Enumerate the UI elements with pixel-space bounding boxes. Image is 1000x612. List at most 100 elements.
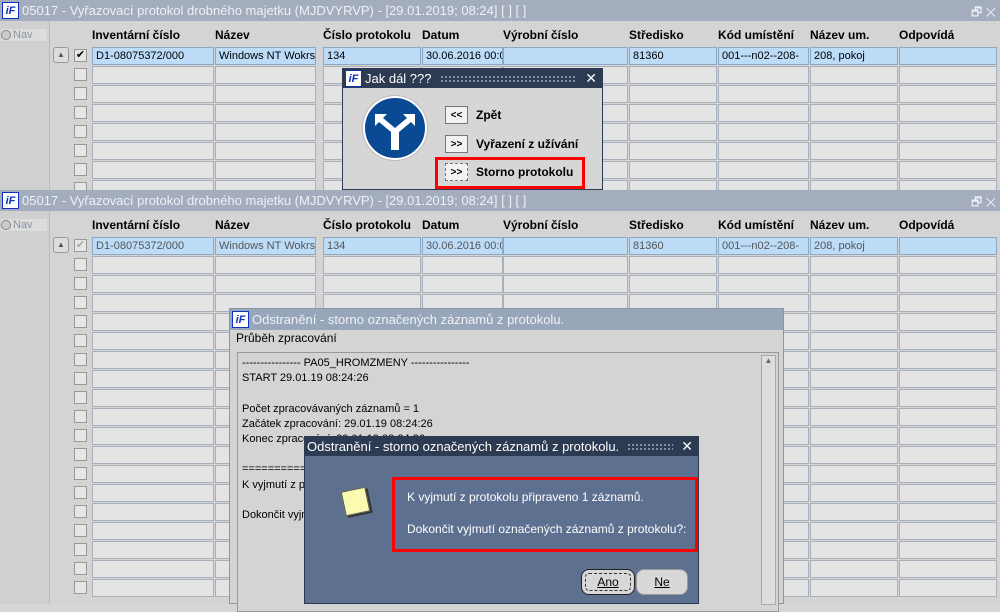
back-button[interactable]: << bbox=[445, 106, 468, 124]
column-header[interactable]: Datum bbox=[422, 28, 459, 42]
table-cell[interactable]: Windows NT Wokrs bbox=[215, 237, 316, 255]
table-cell[interactable] bbox=[92, 427, 214, 445]
row-checkbox[interactable] bbox=[74, 505, 87, 518]
table-cell[interactable] bbox=[899, 161, 997, 179]
row-checkbox[interactable]: ✔ bbox=[74, 239, 87, 252]
column-header[interactable]: Kód umístění bbox=[718, 218, 794, 232]
table-cell[interactable] bbox=[899, 294, 997, 312]
column-header[interactable]: Inventární číslo bbox=[92, 218, 180, 232]
table-cell[interactable]: 208, pokoj bbox=[810, 237, 898, 255]
table-cell[interactable]: 81360 bbox=[629, 237, 717, 255]
row-checkbox[interactable] bbox=[74, 87, 87, 100]
table-cell[interactable] bbox=[899, 503, 997, 521]
table-cell[interactable] bbox=[899, 313, 997, 331]
table-cell[interactable] bbox=[215, 104, 316, 122]
table-cell[interactable] bbox=[899, 237, 997, 255]
table-cell[interactable] bbox=[323, 256, 421, 274]
table-cell[interactable] bbox=[899, 47, 997, 65]
row-checkbox[interactable] bbox=[74, 562, 87, 575]
table-cell[interactable] bbox=[92, 541, 214, 559]
table-cell[interactable] bbox=[92, 408, 214, 426]
table-cell[interactable] bbox=[422, 256, 503, 274]
storno-button[interactable]: >> bbox=[445, 163, 468, 181]
table-cell[interactable] bbox=[810, 465, 898, 483]
row-checkbox[interactable] bbox=[74, 581, 87, 594]
row-checkbox[interactable] bbox=[74, 372, 87, 385]
no-button[interactable]: Ne bbox=[636, 569, 688, 595]
table-cell[interactable] bbox=[215, 66, 316, 84]
table-cell[interactable] bbox=[899, 408, 997, 426]
close-icon[interactable]: ✕ bbox=[585, 70, 597, 87]
table-cell[interactable] bbox=[629, 66, 717, 84]
table-cell[interactable] bbox=[810, 332, 898, 350]
table-cell[interactable] bbox=[92, 104, 214, 122]
table-cell[interactable] bbox=[92, 142, 214, 160]
table-cell[interactable] bbox=[629, 142, 717, 160]
table-cell[interactable] bbox=[92, 446, 214, 464]
table-cell[interactable] bbox=[215, 180, 316, 190]
table-cell[interactable] bbox=[215, 85, 316, 103]
row-checkbox[interactable] bbox=[74, 68, 87, 81]
column-header[interactable]: Název um. bbox=[810, 28, 869, 42]
table-cell[interactable] bbox=[810, 104, 898, 122]
table-cell[interactable] bbox=[92, 370, 214, 388]
table-cell[interactable] bbox=[899, 180, 997, 190]
row-checkbox[interactable] bbox=[74, 334, 87, 347]
table-cell[interactable] bbox=[718, 161, 809, 179]
table-cell[interactable]: 30.06.2016 00:0 bbox=[422, 47, 503, 65]
table-cell[interactable] bbox=[92, 256, 214, 274]
table-cell[interactable] bbox=[215, 123, 316, 141]
table-cell[interactable] bbox=[92, 123, 214, 141]
scroll-up-icon[interactable]: ▲ bbox=[762, 356, 775, 365]
table-cell[interactable] bbox=[899, 541, 997, 559]
row-checkbox[interactable] bbox=[74, 429, 87, 442]
table-cell[interactable] bbox=[810, 142, 898, 160]
table-cell[interactable] bbox=[629, 180, 717, 190]
yes-button[interactable]: Ano bbox=[581, 569, 635, 595]
table-cell[interactable] bbox=[629, 275, 717, 293]
table-cell[interactable]: 208, pokoj bbox=[810, 47, 898, 65]
table-cell[interactable] bbox=[92, 465, 214, 483]
table-cell[interactable]: 81360 bbox=[629, 47, 717, 65]
table-cell[interactable] bbox=[810, 85, 898, 103]
table-cell[interactable] bbox=[810, 484, 898, 502]
scroll-up-button[interactable]: ▲ bbox=[53, 237, 69, 253]
row-checkbox[interactable] bbox=[74, 467, 87, 480]
table-cell[interactable] bbox=[899, 465, 997, 483]
row-checkbox[interactable] bbox=[74, 182, 87, 190]
table-cell[interactable] bbox=[92, 161, 214, 179]
column-header[interactable]: Kód umístění bbox=[718, 28, 794, 42]
table-cell[interactable] bbox=[718, 123, 809, 141]
table-cell[interactable] bbox=[718, 104, 809, 122]
table-cell[interactable] bbox=[899, 332, 997, 350]
column-header[interactable]: Název um. bbox=[810, 218, 869, 232]
table-cell[interactable] bbox=[899, 123, 997, 141]
table-cell[interactable] bbox=[810, 180, 898, 190]
table-cell[interactable] bbox=[422, 275, 503, 293]
table-cell[interactable] bbox=[92, 484, 214, 502]
table-cell[interactable] bbox=[810, 66, 898, 84]
table-cell[interactable] bbox=[810, 123, 898, 141]
column-header[interactable]: Číslo protokolu bbox=[323, 218, 411, 232]
table-cell[interactable] bbox=[718, 66, 809, 84]
table-cell[interactable] bbox=[810, 275, 898, 293]
table-cell[interactable]: D1-08075372/000 bbox=[92, 237, 214, 255]
table-cell[interactable]: 001---n02--208- bbox=[718, 237, 809, 255]
table-cell[interactable] bbox=[215, 142, 316, 160]
row-checkbox[interactable] bbox=[74, 391, 87, 404]
table-cell[interactable] bbox=[215, 275, 316, 293]
table-cell[interactable] bbox=[899, 370, 997, 388]
table-cell[interactable] bbox=[92, 180, 214, 190]
table-cell[interactable] bbox=[810, 446, 898, 464]
table-cell[interactable] bbox=[899, 275, 997, 293]
table-cell[interactable] bbox=[215, 161, 316, 179]
close-icon[interactable]: ✕ bbox=[681, 438, 693, 455]
table-cell[interactable] bbox=[629, 104, 717, 122]
table-cell[interactable] bbox=[92, 351, 214, 369]
table-cell[interactable] bbox=[92, 332, 214, 350]
row-checkbox[interactable] bbox=[74, 163, 87, 176]
table-cell[interactable] bbox=[810, 579, 898, 597]
table-cell[interactable]: 30.06.2016 00:0 bbox=[422, 237, 503, 255]
table-cell[interactable] bbox=[92, 313, 214, 331]
row-checkbox[interactable] bbox=[74, 486, 87, 499]
